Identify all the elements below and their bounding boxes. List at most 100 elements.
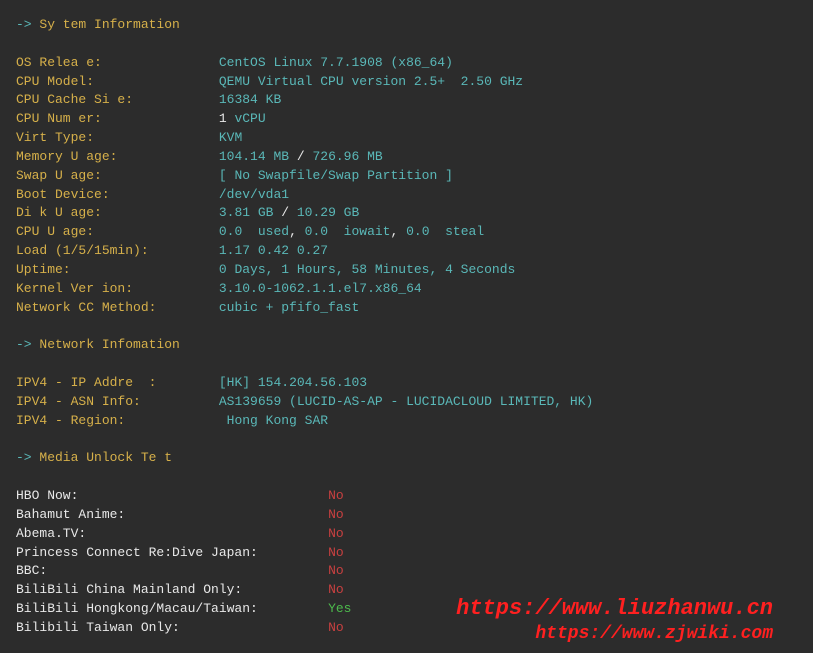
label: Princess Connect Re:Dive Japan: — [16, 545, 328, 560]
value: [ No Swapfile/Swap Partition ] — [219, 168, 453, 183]
label: IPV4 - ASN Info: — [16, 394, 219, 409]
blank-line — [16, 468, 797, 487]
ip-addr: 154.204.56.103 — [250, 375, 367, 390]
v3: 0.0 — [406, 224, 429, 239]
value: cubic + pfifo_fast — [219, 300, 359, 315]
ip-region: [HK] — [219, 375, 250, 390]
t1: used — [242, 224, 289, 239]
c1: , — [289, 224, 305, 239]
blank-line — [16, 35, 797, 54]
section-header-system: -> Sy tem Information — [16, 16, 797, 35]
label: Kernel Ver ion: — [16, 281, 219, 296]
row-disk: Di k U age: 3.81 GB / 10.29 GB — [16, 204, 797, 223]
value: No — [328, 545, 344, 560]
section-header-network: -> Network Infomation — [16, 336, 797, 355]
value: 0 Days, 1 Hours, 58 Minutes, 4 Seconds — [219, 262, 515, 277]
label: Bahamut Anime: — [16, 507, 328, 522]
value: Hong Kong SAR — [219, 413, 328, 428]
label: Abema.TV: — [16, 526, 328, 541]
row-kernel: Kernel Ver ion: 3.10.0-1062.1.1.el7.x86_… — [16, 280, 797, 299]
row-region: IPV4 - Region: Hong Kong SAR — [16, 412, 797, 431]
value: 3.10.0-1062.1.1.el7.x86_64 — [219, 281, 422, 296]
blank-line — [16, 318, 797, 337]
label: Network CC Method: — [16, 300, 219, 315]
label: BBC: — [16, 563, 328, 578]
section-header-media: -> Media Unlock Te t — [16, 449, 797, 468]
row-bbc: BBC: No — [16, 562, 797, 581]
t3: steal — [430, 224, 485, 239]
label: Memory U age: — [16, 149, 219, 164]
value: No — [328, 563, 344, 578]
value: AS139659 (LUCID-AS-AP - LUCIDACLOUD LIMI… — [219, 394, 593, 409]
label: Load (1/5/15min): — [16, 243, 219, 258]
label: CPU Model: — [16, 74, 219, 89]
value-unit: vCPU — [227, 111, 266, 126]
value: 1.17 0.42 0.27 — [219, 243, 328, 258]
disk-total: 10.29 GB — [297, 205, 359, 220]
t2: iowait — [328, 224, 390, 239]
label: Boot Device: — [16, 187, 219, 202]
row-swap: Swap U age: [ No Swapfile/Swap Partition… — [16, 167, 797, 186]
row-uptime: Uptime: 0 Days, 1 Hours, 58 Minutes, 4 S… — [16, 261, 797, 280]
row-cpu-model: CPU Model: QEMU Virtual CPU version 2.5+… — [16, 73, 797, 92]
blank-line — [16, 355, 797, 374]
label: OS Relea e: — [16, 55, 219, 70]
value: /dev/vda1 — [219, 187, 289, 202]
row-os-release: OS Relea e: CentOS Linux 7.7.1908 (x86_6… — [16, 54, 797, 73]
value-count: 1 — [219, 111, 227, 126]
row-bili-hk: BiliBili Hongkong/Macau/Taiwan: Yes — [16, 600, 797, 619]
row-memory: Memory U age: 104.14 MB / 726.96 MB — [16, 148, 797, 167]
row-bili-tw: Bilibili Taiwan Only: No — [16, 619, 797, 638]
value: 16384 KB — [219, 92, 281, 107]
label: CPU Num er: — [16, 111, 219, 126]
blank-line — [16, 431, 797, 450]
value: No — [328, 488, 344, 503]
row-cpu-usage: CPU U age: 0.0 used, 0.0 iowait, 0.0 ste… — [16, 223, 797, 242]
row-boot-device: Boot Device: /dev/vda1 — [16, 186, 797, 205]
section-title: Media Unlock Te t — [39, 450, 172, 465]
row-ip-address: IPV4 - IP Addre : [HK] 154.204.56.103 — [16, 374, 797, 393]
mem-total: 726.96 MB — [312, 149, 382, 164]
section-title: Network Infomation — [39, 337, 179, 352]
row-virt-type: Virt Type: KVM — [16, 129, 797, 148]
section-title: Sy tem Information — [39, 17, 179, 32]
value: CentOS Linux 7.7.1908 (x86_64) — [219, 55, 453, 70]
row-asn: IPV4 - ASN Info: AS139659 (LUCID-AS-AP -… — [16, 393, 797, 412]
label: Swap U age: — [16, 168, 219, 183]
row-priconne: Princess Connect Re:Dive Japan: No — [16, 544, 797, 563]
value: QEMU Virtual CPU version 2.5+ 2.50 GHz — [219, 74, 523, 89]
row-hbo: HBO Now: No — [16, 487, 797, 506]
row-bahamut: Bahamut Anime: No — [16, 506, 797, 525]
label: HBO Now: — [16, 488, 328, 503]
value: No — [328, 526, 344, 541]
label: BiliBili Hongkong/Macau/Taiwan: — [16, 601, 328, 616]
label: IPV4 - IP Addre : — [16, 375, 219, 390]
row-load: Load (1/5/15min): 1.17 0.42 0.27 — [16, 242, 797, 261]
mem-used: 104.14 MB — [219, 149, 289, 164]
row-abema: Abema.TV: No — [16, 525, 797, 544]
arrow-icon: -> — [16, 17, 39, 32]
v1: 0.0 — [219, 224, 242, 239]
label: Virt Type: — [16, 130, 219, 145]
label: CPU Cache Si e: — [16, 92, 219, 107]
mem-sep: / — [289, 149, 312, 164]
value: KVM — [219, 130, 242, 145]
label: CPU U age: — [16, 224, 219, 239]
label: IPV4 - Region: — [16, 413, 219, 428]
label: Di k U age: — [16, 205, 219, 220]
label: Uptime: — [16, 262, 219, 277]
arrow-icon: -> — [16, 450, 39, 465]
label: Bilibili Taiwan Only: — [16, 620, 328, 635]
arrow-icon: -> — [16, 337, 39, 352]
v2: 0.0 — [305, 224, 328, 239]
label: BiliBili China Mainland Only: — [16, 582, 328, 597]
value: No — [328, 507, 344, 522]
value: No — [328, 620, 344, 635]
row-cpu-cache: CPU Cache Si e: 16384 KB — [16, 91, 797, 110]
disk-used: 3.81 GB — [219, 205, 274, 220]
row-bili-cn: BiliBili China Mainland Only: No — [16, 581, 797, 600]
row-cpu-num: CPU Num er: 1 vCPU — [16, 110, 797, 129]
c2: , — [391, 224, 407, 239]
row-netcc: Network CC Method: cubic + pfifo_fast — [16, 299, 797, 318]
value: Yes — [328, 601, 351, 616]
